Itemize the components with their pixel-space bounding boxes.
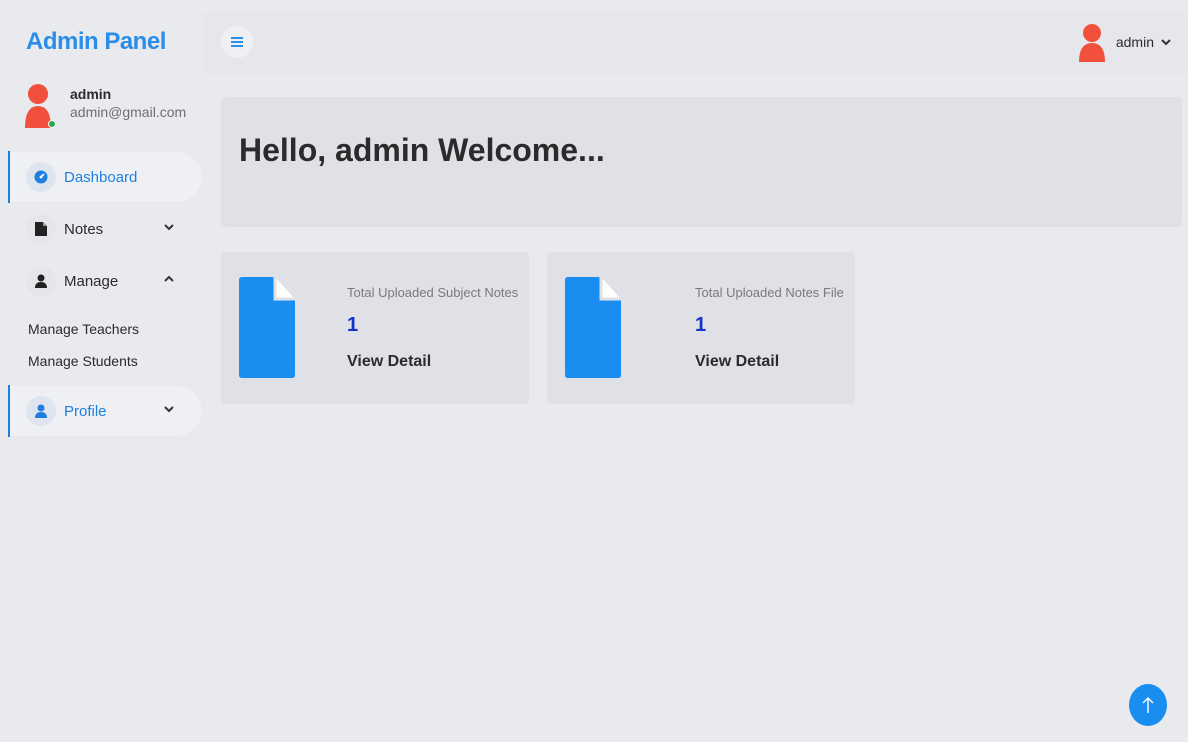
card-count: 1 bbox=[695, 314, 707, 336]
card-label: Total Uploaded Subject Notes bbox=[347, 285, 519, 300]
chevron-down-icon bbox=[164, 224, 174, 231]
card-label: Total Uploaded Notes File bbox=[695, 285, 844, 300]
avatar bbox=[1078, 24, 1105, 62]
sidebar-item-label: Manage bbox=[64, 272, 119, 290]
view-detail-link[interactable]: View Detail bbox=[347, 353, 431, 371]
sidebar-item-label: Dashboard bbox=[64, 168, 138, 186]
top-bar: admin bbox=[203, 12, 1188, 74]
card-count: 1 bbox=[347, 314, 359, 336]
stat-card-subject-notes: Total Uploaded Subject Notes 1 View Deta… bbox=[221, 252, 529, 404]
brand-title[interactable]: Admin Panel bbox=[8, 12, 203, 72]
sidebar-item-dashboard[interactable]: Dashboard bbox=[8, 151, 203, 203]
document-icon bbox=[565, 277, 621, 378]
chevron-down-icon bbox=[1161, 39, 1171, 46]
user-icon bbox=[26, 396, 56, 426]
sidebar-item-notes[interactable]: Notes bbox=[8, 203, 203, 255]
sidebar-user-name: admin bbox=[70, 86, 112, 102]
user-icon bbox=[26, 266, 56, 296]
view-detail-link[interactable]: View Detail bbox=[695, 353, 779, 371]
top-user-label: admin bbox=[1115, 34, 1154, 50]
file-icon bbox=[26, 214, 56, 244]
scroll-to-top-button[interactable] bbox=[1129, 684, 1167, 726]
sidebar-item-label: Profile bbox=[64, 402, 107, 420]
submenu-manage-students[interactable]: Manage Students bbox=[28, 345, 203, 377]
document-icon bbox=[239, 277, 295, 378]
user-menu[interactable]: admin bbox=[1078, 22, 1172, 62]
online-status-dot bbox=[48, 120, 56, 128]
manage-submenu: Manage Teachers Manage Students bbox=[8, 307, 203, 385]
arrow-up-icon bbox=[1142, 697, 1154, 713]
chevron-down-icon bbox=[164, 406, 174, 413]
stat-card-notes-file: Total Uploaded Notes File 1 View Detail bbox=[547, 252, 855, 404]
submenu-manage-teachers[interactable]: Manage Teachers bbox=[28, 313, 203, 345]
user-box: admin admin@gmail.com bbox=[8, 72, 203, 147]
welcome-panel: Hello, admin Welcome... bbox=[221, 97, 1182, 227]
hamburger-icon[interactable] bbox=[221, 26, 253, 58]
sidebar-item-label: Notes bbox=[64, 220, 104, 238]
dashboard-icon bbox=[26, 162, 56, 192]
page-title: Hello, admin Welcome... bbox=[239, 132, 605, 168]
sidebar-item-manage[interactable]: Manage bbox=[8, 255, 203, 307]
chevron-up-icon bbox=[164, 275, 174, 282]
sidebar-item-profile[interactable]: Profile bbox=[8, 385, 203, 437]
sidebar-user-email: admin@gmail.com bbox=[70, 104, 187, 120]
sidebar: Admin Panel admin admin@gmail.com Dashbo… bbox=[8, 12, 203, 742]
